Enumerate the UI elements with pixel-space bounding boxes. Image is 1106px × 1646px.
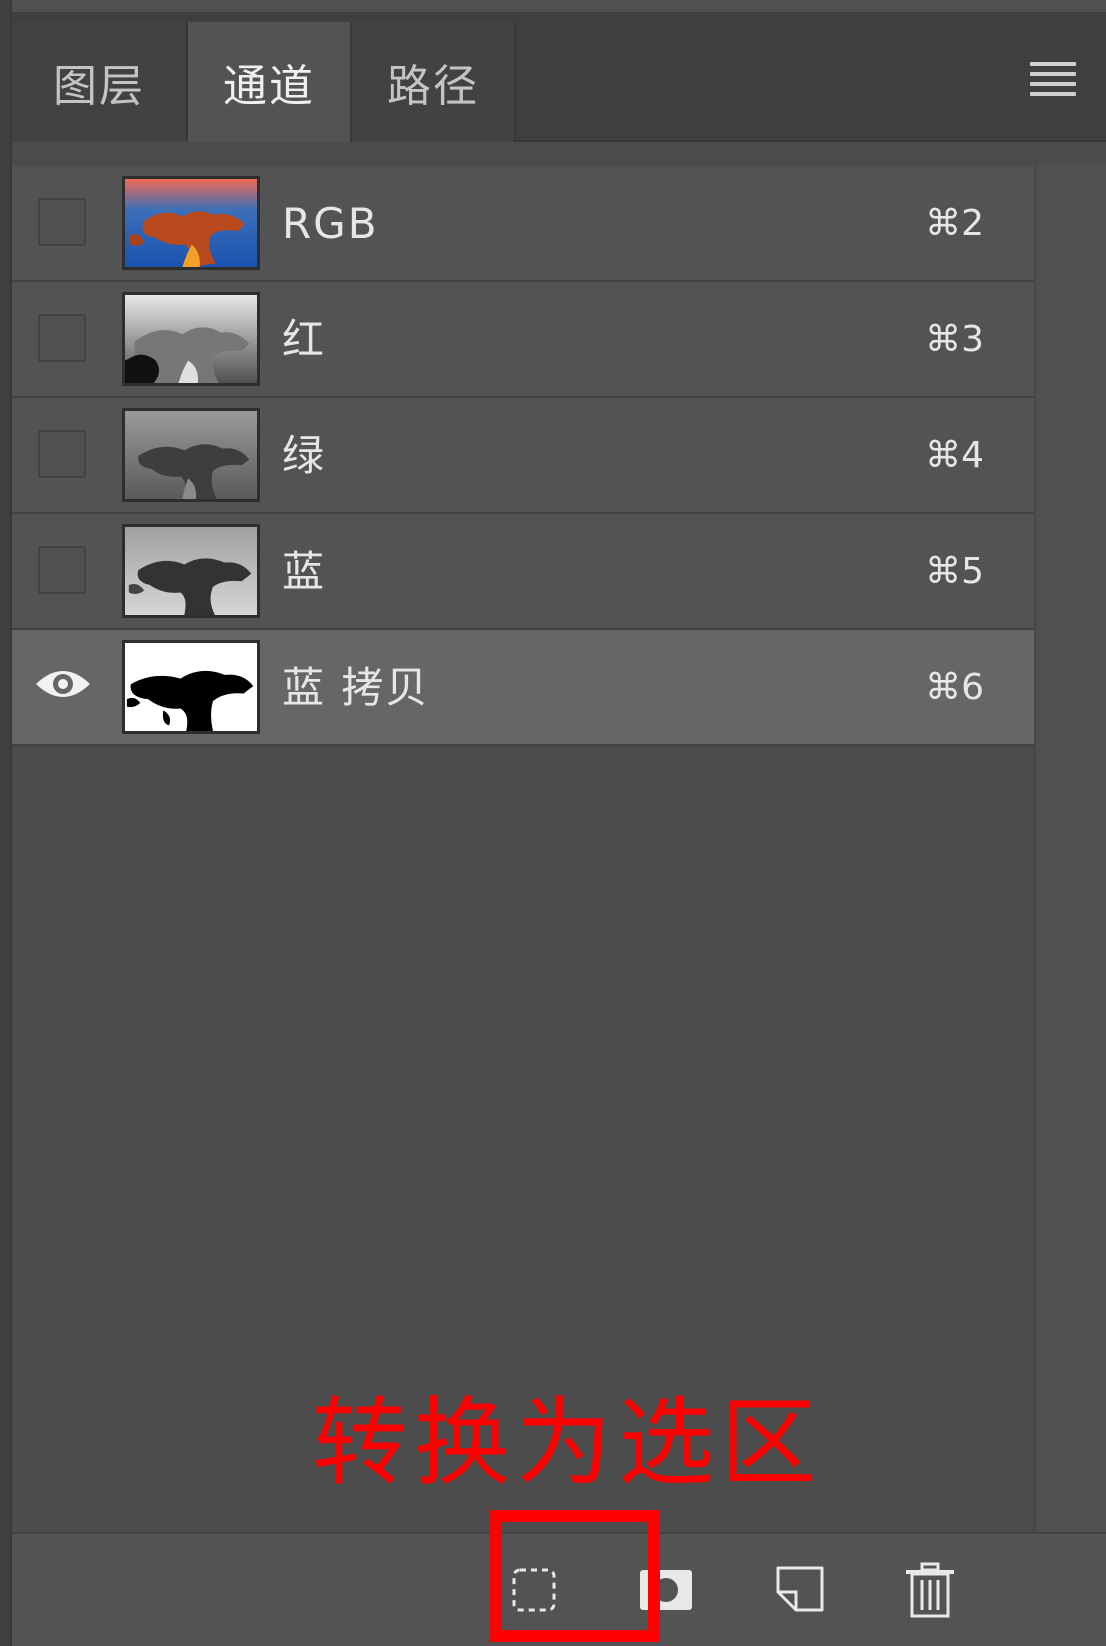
- channels-panel: 图层 通道 路径 RGB ⌘2 红 ⌘3 绿 ⌘4 蓝 ⌘5 蓝 拷贝 ⌘6 转…: [10, 0, 1106, 1646]
- eye-icon[interactable]: [34, 664, 92, 704]
- scrollbar-track[interactable]: [1034, 164, 1106, 1532]
- load-selection-icon[interactable]: [502, 1560, 566, 1620]
- channel-name: 蓝: [282, 547, 327, 596]
- channel-thumbnail: [122, 524, 260, 618]
- channel-list: RGB ⌘2 红 ⌘3 绿 ⌘4 蓝 ⌘5 蓝 拷贝 ⌘6: [12, 142, 1034, 1532]
- channel-row-red[interactable]: 红 ⌘3: [12, 282, 1034, 398]
- channel-shortcut: ⌘4: [925, 435, 984, 476]
- channel-name: RGB: [282, 199, 379, 248]
- channel-row-blue[interactable]: 蓝 ⌘5: [12, 514, 1034, 630]
- visibility-toggle[interactable]: [38, 546, 86, 594]
- trash-icon[interactable]: [898, 1560, 962, 1620]
- visibility-toggle[interactable]: [38, 430, 86, 478]
- channel-thumbnail: [122, 408, 260, 502]
- channel-name: 绿: [282, 431, 327, 480]
- save-mask-icon[interactable]: [634, 1560, 698, 1620]
- panel-menu-icon[interactable]: [1030, 62, 1076, 96]
- channel-row-rgb[interactable]: RGB ⌘2: [12, 166, 1034, 282]
- channel-thumbnail: [122, 176, 260, 270]
- channel-shortcut: ⌘6: [925, 667, 984, 708]
- channel-row-blue-copy[interactable]: 蓝 拷贝 ⌘6: [12, 630, 1034, 746]
- tab-channels[interactable]: 通道: [188, 22, 352, 142]
- tab-paths[interactable]: 路径: [352, 22, 516, 142]
- channel-name: 红: [282, 315, 327, 364]
- channel-thumbnail: [122, 640, 260, 734]
- new-channel-icon[interactable]: [768, 1560, 832, 1620]
- panel-top-edge: [12, 0, 1106, 14]
- annotation-label: 转换为选区: [312, 1387, 822, 1499]
- panel-bottom-toolbar: [12, 1532, 1106, 1646]
- channel-thumbnail: [122, 292, 260, 386]
- panel-tab-bar: 图层 通道 路径: [12, 14, 1106, 142]
- channel-shortcut: ⌘2: [925, 203, 984, 244]
- visibility-toggle[interactable]: [38, 314, 86, 362]
- channel-name: 蓝 拷贝: [282, 663, 430, 712]
- channel-row-green[interactable]: 绿 ⌘4: [12, 398, 1034, 514]
- visibility-toggle[interactable]: [38, 198, 86, 246]
- channel-shortcut: ⌘3: [925, 319, 984, 360]
- tab-layers[interactable]: 图层: [12, 22, 188, 142]
- channel-shortcut: ⌘5: [925, 551, 984, 592]
